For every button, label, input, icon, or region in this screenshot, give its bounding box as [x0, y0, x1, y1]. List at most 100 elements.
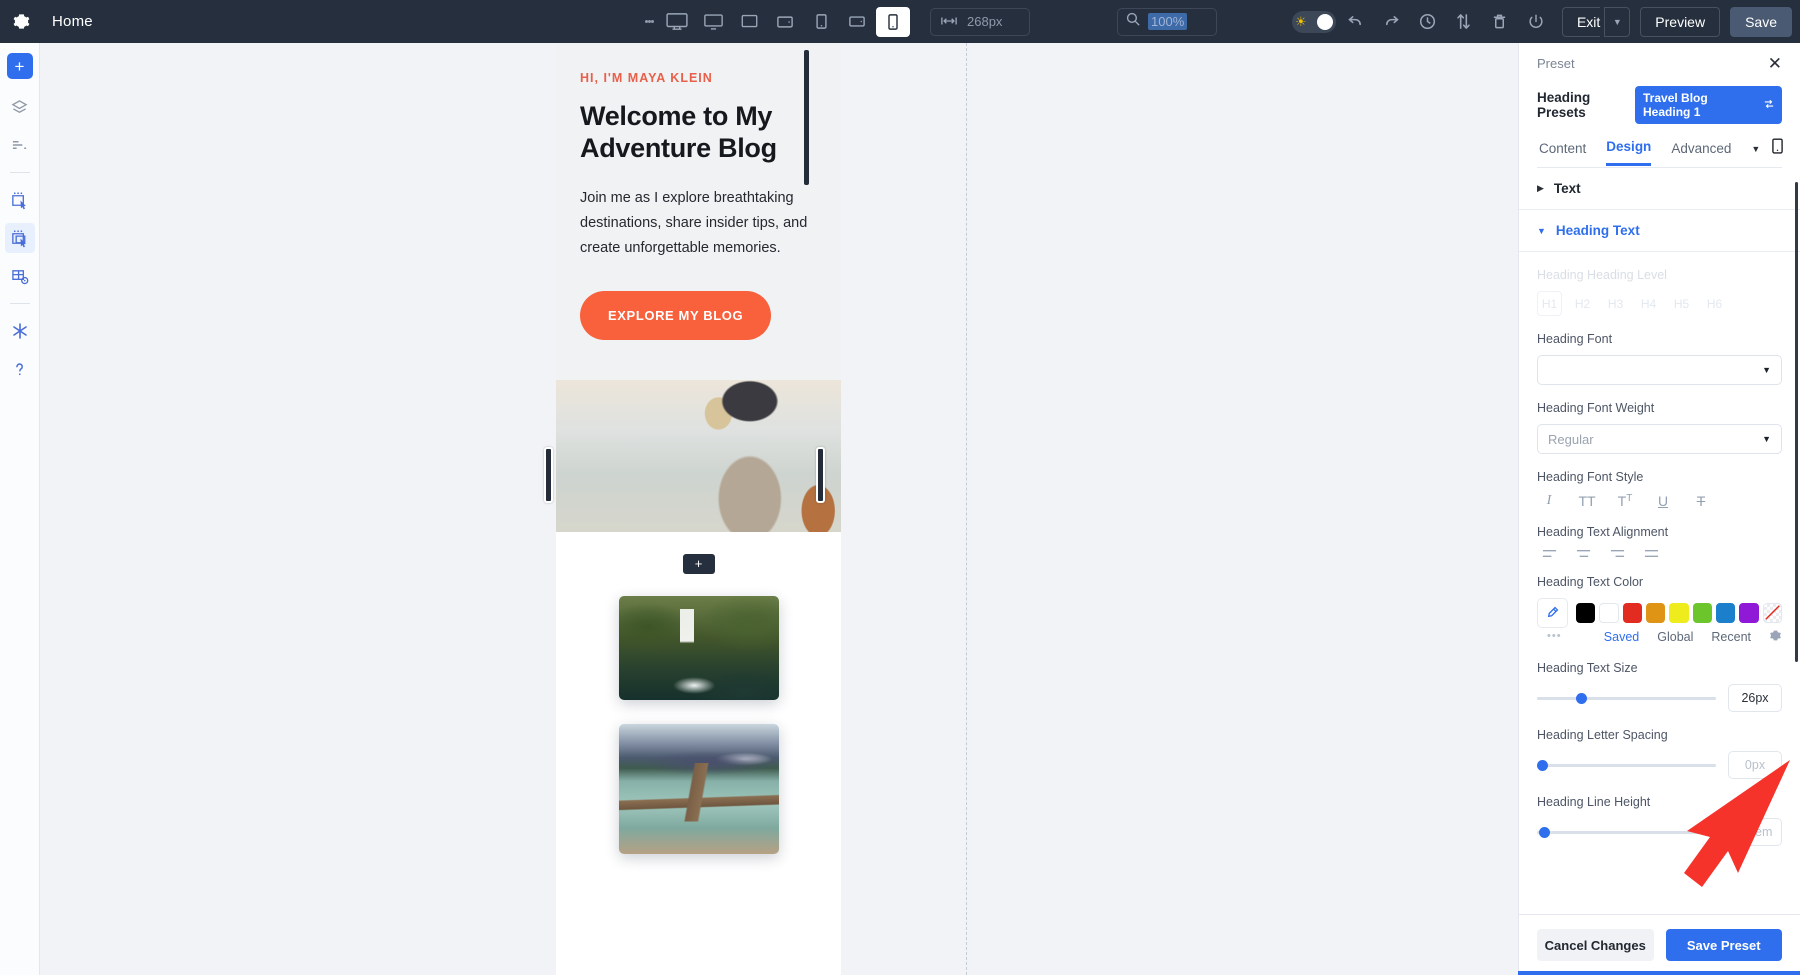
top-actions: ☀ Exit ▼ Preview Save — [1292, 0, 1792, 43]
color-swatch-transparent[interactable] — [1763, 603, 1782, 623]
tab-content[interactable]: Content — [1539, 141, 1586, 165]
align-center-icon[interactable] — [1575, 548, 1591, 559]
underline-icon[interactable]: U — [1655, 493, 1671, 509]
resize-handle-left[interactable] — [544, 447, 553, 503]
mobile-device-icon[interactable] — [1772, 138, 1783, 159]
device-tablet-landscape[interactable] — [768, 7, 802, 37]
tab-advanced[interactable]: Advanced — [1671, 141, 1731, 165]
color-swatch-green[interactable] — [1693, 603, 1712, 623]
heading-level-h6[interactable]: H6 — [1702, 291, 1727, 316]
color-swatch-purple[interactable] — [1739, 603, 1758, 623]
clock-history-icon[interactable] — [1412, 6, 1444, 38]
device-desktop-large[interactable] — [660, 7, 694, 37]
hero-cta-button[interactable]: EXPLORE MY BLOG — [580, 291, 771, 340]
up-down-arrows-icon[interactable] — [1448, 6, 1480, 38]
add-element-button[interactable]: + — [7, 53, 33, 79]
photo-waterfall[interactable] — [619, 596, 779, 700]
redo-icon[interactable] — [1376, 6, 1408, 38]
sidebar-item-list[interactable] — [5, 130, 35, 160]
hero-photo-woman-ocean[interactable] — [556, 380, 841, 532]
device-mobile-landscape[interactable] — [840, 7, 874, 37]
heading-line-height-slider[interactable] — [1537, 825, 1716, 839]
color-swatch-yellow[interactable] — [1669, 603, 1688, 623]
heading-level-h5[interactable]: H5 — [1669, 291, 1694, 316]
color-tab-global[interactable]: Global — [1657, 630, 1693, 644]
preview-button[interactable]: Preview — [1640, 7, 1720, 37]
heading-font-select[interactable]: ▼ — [1537, 355, 1782, 385]
heading-level-h4[interactable]: H4 — [1636, 291, 1661, 316]
color-tab-recent[interactable]: Recent — [1711, 630, 1751, 644]
photo-lake-dock[interactable] — [619, 724, 779, 854]
color-swatch-orange[interactable] — [1646, 603, 1665, 623]
zoom-value[interactable]: 100% — [1148, 13, 1187, 30]
device-mobile-portrait[interactable] — [876, 7, 910, 37]
canvas-area[interactable]: HI, I'M MAYA KLEIN Welcome to My Adventu… — [40, 43, 1518, 975]
power-icon[interactable] — [1520, 6, 1552, 38]
color-swatch-blue[interactable] — [1716, 603, 1735, 623]
heading-level-h3[interactable]: H3 — [1603, 291, 1628, 316]
cancel-changes-button[interactable]: Cancel Changes — [1537, 929, 1654, 961]
align-right-icon[interactable] — [1609, 548, 1625, 559]
tabs-chevron-down-icon[interactable]: ▼ — [1751, 144, 1760, 154]
heading-line-height-value[interactable]: 1.4em — [1728, 818, 1782, 846]
heading-text-size-value[interactable]: 26px — [1728, 684, 1782, 712]
canvas-width-value: 268px — [967, 14, 1002, 29]
heading-letter-spacing-slider[interactable] — [1537, 758, 1716, 772]
gear-icon[interactable] — [1769, 629, 1782, 645]
site-preview[interactable]: HI, I'M MAYA KLEIN Welcome to My Adventu… — [556, 43, 841, 975]
section-text[interactable]: ▶ Text — [1519, 168, 1800, 210]
resize-handle-right[interactable] — [816, 447, 825, 503]
zoom-field[interactable]: 100% — [1117, 8, 1217, 36]
save-preset-button[interactable]: Save Preset — [1666, 929, 1783, 961]
hero-heading[interactable]: Welcome to My Adventure Blog — [580, 101, 817, 164]
exit-button[interactable]: Exit — [1562, 7, 1600, 37]
device-desktop[interactable] — [696, 7, 730, 37]
canvas-width-field[interactable]: 268px — [930, 8, 1030, 36]
breadcrumb-home[interactable]: Home — [52, 13, 93, 30]
heading-level-h2[interactable]: H2 — [1570, 291, 1595, 316]
sidebar-item-block-settings[interactable] — [5, 261, 35, 291]
sidebar-item-element-picker[interactable] — [5, 185, 35, 215]
heading-text-size-slider[interactable] — [1537, 691, 1716, 705]
eyedropper-icon[interactable] — [1537, 598, 1568, 628]
sun-toggle[interactable]: ☀ — [1292, 11, 1336, 33]
tab-design[interactable]: Design — [1606, 139, 1651, 166]
sidebar-item-tools[interactable] — [5, 316, 35, 346]
exit-dropdown-chevron-down-icon[interactable]: ▼ — [1604, 7, 1630, 37]
uppercase-icon[interactable]: TT — [1579, 493, 1595, 509]
preset-badge[interactable]: Travel Blog Heading 1 — [1635, 86, 1782, 124]
heading-letter-spacing-value[interactable]: 0px — [1728, 751, 1782, 779]
sidebar-item-element-picker-alt[interactable] — [5, 223, 35, 253]
panel-body[interactable]: ▶ Text ▼ Heading Text Heading Heading Le… — [1519, 168, 1800, 914]
device-laptop[interactable] — [732, 7, 766, 37]
hero-paragraph[interactable]: Join me as I explore breathtaking destin… — [580, 186, 817, 261]
heading-level-h1[interactable]: H1 — [1537, 291, 1562, 316]
color-tab-saved[interactable]: Saved — [1604, 630, 1639, 644]
capitalize-icon[interactable]: TT — [1617, 493, 1633, 509]
hero-eyebrow[interactable]: HI, I'M MAYA KLEIN — [580, 71, 817, 85]
close-icon[interactable]: ✕ — [1768, 55, 1782, 72]
field-heading-color: Heading Text Color — [1519, 575, 1800, 645]
heading-font-weight-value: Regular — [1548, 432, 1594, 447]
italic-icon[interactable]: I — [1541, 493, 1557, 509]
heading-font-weight-select[interactable]: Regular ▼ — [1537, 424, 1782, 454]
section-heading-text[interactable]: ▼ Heading Text — [1519, 210, 1800, 252]
color-swatch-white[interactable] — [1599, 603, 1618, 623]
hero-section[interactable]: HI, I'M MAYA KLEIN Welcome to My Adventu… — [556, 43, 841, 380]
trash-icon[interactable] — [1484, 6, 1516, 38]
color-swatch-red[interactable] — [1623, 603, 1642, 623]
kebab-menu-icon[interactable] — [640, 0, 658, 43]
gear-icon[interactable] — [0, 13, 42, 30]
align-left-icon[interactable] — [1541, 548, 1557, 559]
sidebar-item-layers[interactable] — [5, 92, 35, 122]
undo-icon[interactable] — [1340, 6, 1372, 38]
add-block-button[interactable]: + — [683, 554, 715, 574]
sidebar-item-help[interactable] — [5, 354, 35, 384]
panel-scrollbar[interactable] — [1795, 182, 1798, 662]
save-button[interactable]: Save — [1730, 7, 1792, 37]
align-justify-icon[interactable] — [1643, 548, 1659, 559]
swap-icon — [1764, 98, 1774, 112]
device-tablet-portrait[interactable] — [804, 7, 838, 37]
strikethrough-icon[interactable]: T — [1693, 493, 1709, 509]
color-swatch-black[interactable] — [1576, 603, 1595, 623]
